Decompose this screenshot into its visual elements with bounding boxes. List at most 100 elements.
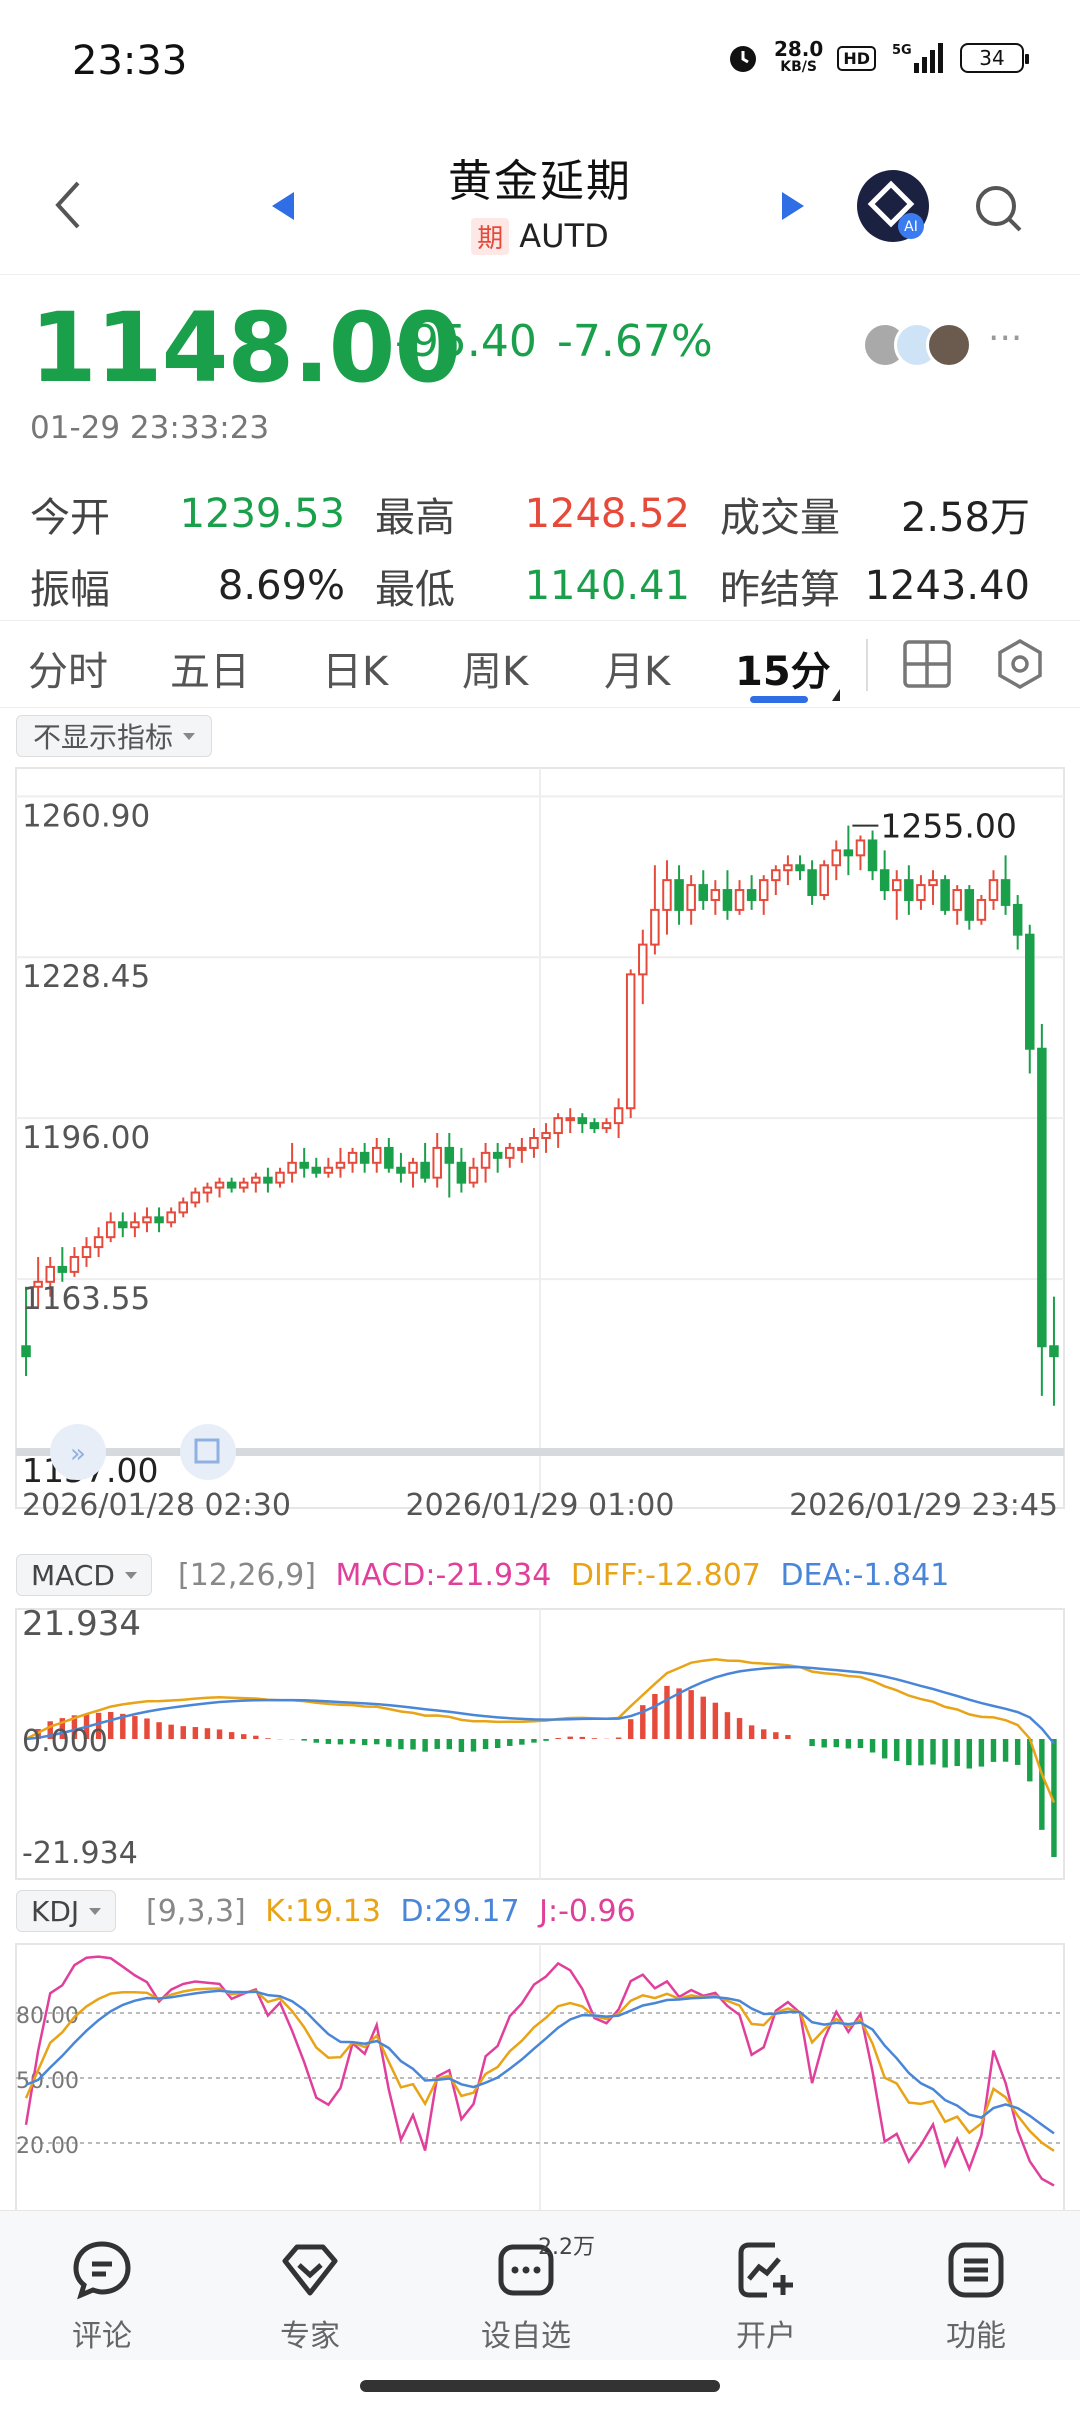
stats-row: 振幅 8.69% 最低 1140.41 昨结算 1243.40 — [30, 550, 1050, 622]
next-arrow-icon[interactable] — [780, 190, 806, 222]
menu-icon — [948, 2242, 1004, 2298]
nav-watchlist[interactable]: 2.2万 设自选 — [456, 2235, 596, 2355]
candle-body — [976, 898, 987, 921]
candle-body — [952, 889, 962, 911]
amplitude-label: 振幅 — [30, 567, 110, 613]
diff-value: DIFF:-12.807 — [570, 1558, 761, 1593]
divider — [866, 639, 868, 691]
candle-body — [105, 1221, 116, 1239]
follower-avatars[interactable] — [862, 322, 972, 368]
status-icons: 28.0 KB/S HD 5G 34 — [726, 39, 1029, 76]
search-icon[interactable] — [972, 182, 1024, 234]
candle-body — [650, 908, 660, 946]
header: 黄金延期 期 AUTD AI — [0, 120, 1080, 275]
chevron-down-icon — [183, 732, 196, 740]
home-indicator[interactable] — [360, 2380, 720, 2392]
candle-body — [879, 869, 890, 892]
candle-body — [492, 1151, 503, 1159]
candle-body — [69, 1256, 80, 1273]
stats-row: 今开 1239.53 最高 1248.52 成交量 2.58万 — [30, 478, 1050, 550]
candle-body — [613, 1107, 624, 1125]
tab-dropdown-caret-icon[interactable] — [832, 689, 840, 701]
tab-intraday[interactable]: 分时 — [28, 639, 108, 697]
tab-monthly-k[interactable]: 月K — [604, 639, 670, 697]
candle-body — [263, 1176, 273, 1184]
candle-body — [335, 1161, 346, 1169]
candle-body — [347, 1151, 358, 1164]
candle-body — [928, 879, 938, 887]
candle-body — [323, 1166, 334, 1174]
candle-body — [783, 864, 793, 872]
candle-body — [21, 1345, 31, 1358]
high-label: 最高 — [375, 495, 455, 541]
chart-expand-button[interactable] — [180, 1424, 236, 1480]
kdj-dropdown[interactable]: KDJ — [16, 1890, 117, 1932]
tab-daily-k[interactable]: 日K — [322, 639, 388, 697]
candle-body — [81, 1246, 92, 1259]
status-time: 23:33 — [72, 38, 188, 84]
nav-functions[interactable]: 功能 — [906, 2235, 1046, 2355]
hd-badge: HD — [837, 45, 876, 71]
candle-body — [722, 889, 733, 911]
indicator-dropdown[interactable]: 不显示指标 — [16, 715, 213, 757]
kdj-readout: [9,3,3] K:19.13 D:29.17 J:-0.96 — [146, 1894, 636, 1929]
candle-body — [517, 1146, 527, 1151]
candle-body — [831, 849, 842, 867]
indicator-dropdown-label: 不显示指标 — [33, 721, 174, 754]
open-value: 1239.53 — [179, 491, 345, 537]
more-icon[interactable]: ··· — [988, 318, 1022, 359]
double-chevron-right-icon: » — [70, 1439, 86, 1469]
candlestick-chart[interactable]: 1260.901228.451196.001163.551255.001137.… — [0, 760, 1080, 1520]
layout-grid-icon[interactable] — [902, 639, 952, 689]
candle-body — [601, 1122, 612, 1130]
x-axis-label: 2026/01/29 23:45 — [789, 1488, 1058, 1520]
candle-body — [819, 864, 829, 897]
candle-body — [625, 973, 636, 1110]
tab-five-day[interactable]: 五日 — [170, 639, 250, 697]
signal-icon: 5G — [892, 43, 943, 73]
candle-body — [444, 1146, 455, 1164]
candle-body — [734, 889, 745, 911]
candle-body — [1037, 1047, 1047, 1348]
active-tab-indicator — [750, 696, 808, 703]
nav-expert[interactable]: 专家 — [240, 2235, 380, 2355]
candle-body — [432, 1146, 442, 1179]
bottom-nav: 评论 专家 2.2万 设自选 开户 功能 — [0, 2210, 1080, 2360]
settings-icon[interactable] — [995, 639, 1045, 689]
y-tick-label: 20.00 — [16, 2134, 79, 2159]
price-change: -95.40 — [395, 316, 537, 367]
open-label: 今开 — [30, 495, 110, 541]
macd-params: [12,26,9] — [178, 1558, 316, 1593]
candle-body — [1012, 903, 1023, 936]
nav-comment[interactable]: 评论 — [32, 2235, 172, 2355]
macd-dropdown-label: MACD — [31, 1558, 115, 1592]
y-tick-label: 1228.45 — [22, 959, 150, 995]
candle-body — [674, 879, 684, 911]
ai-assistant-icon[interactable]: AI — [855, 168, 931, 244]
stats-panel: 今开 1239.53 最高 1248.52 成交量 2.58万 振幅 8.69%… — [30, 478, 1050, 622]
candle-body — [287, 1161, 297, 1174]
macd-chart[interactable]: 21.934 0.000 -21.934 — [0, 1605, 1080, 1885]
tab-weekly-k[interactable]: 周K — [462, 639, 528, 697]
candle-body — [807, 869, 817, 897]
candle-body — [396, 1166, 406, 1174]
candle-body — [855, 839, 866, 857]
tab-15min[interactable]: 15分 — [735, 639, 831, 697]
nav-open-account[interactable]: 开户 — [696, 2235, 836, 2355]
candle-body — [1049, 1345, 1059, 1358]
macd-dropdown[interactable]: MACD — [16, 1554, 152, 1596]
candle-body — [746, 889, 757, 901]
y-tick-label: 0.000 — [22, 1724, 108, 1759]
futures-badge: 期 — [471, 217, 510, 255]
macd-value: MACD:-21.934 — [335, 1558, 552, 1593]
kdj-chart[interactable]: 80.0050.0020.00 — [0, 1940, 1080, 2212]
candle-body — [988, 879, 999, 901]
candle-body — [190, 1191, 201, 1204]
candle-body — [118, 1221, 128, 1229]
candle-body — [142, 1216, 152, 1224]
candle-body — [577, 1117, 588, 1125]
y-tick-label: 21.934 — [22, 1605, 141, 1644]
candle-body — [480, 1151, 491, 1169]
candle-body — [964, 889, 975, 921]
candle-body — [795, 864, 805, 872]
